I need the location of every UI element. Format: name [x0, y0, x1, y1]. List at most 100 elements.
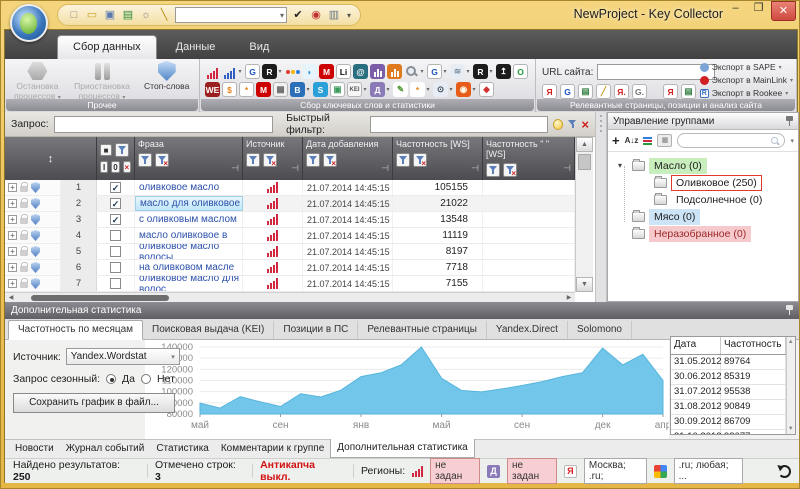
megaindex-icon[interactable]: * — [239, 82, 254, 97]
column-title[interactable]: Источник — [246, 139, 299, 149]
row-checkbox[interactable]: ✓ — [110, 198, 121, 209]
pencil-icon[interactable]: ✎ — [393, 82, 408, 97]
alexa-icon[interactable]: @ — [353, 64, 368, 79]
column-title[interactable]: Фраза — [138, 139, 239, 149]
vk-icon[interactable]: B — [290, 82, 305, 97]
maximize-button[interactable]: ❐ — [748, 1, 769, 18]
google-collect-icon[interactable]: G — [245, 64, 260, 79]
vertical-scrollbar[interactable]: ▲ ▼ — [575, 137, 593, 292]
filter-icon[interactable] — [568, 120, 576, 129]
refresh-icon[interactable] — [778, 465, 791, 478]
column-filter-icon[interactable]: × — [155, 153, 169, 167]
scroll-down-icon[interactable]: ▼ — [788, 426, 794, 432]
column-filter-icon[interactable] — [396, 153, 410, 167]
kei-icon[interactable]: KEI — [347, 82, 362, 97]
expand-icon[interactable]: + — [8, 279, 17, 288]
ribbon-tab-1[interactable]: Сбор данных — [57, 35, 157, 59]
seasonal-no-radio[interactable] — [141, 374, 151, 384]
save-chart-button[interactable]: Сохранить график в файл... — [13, 393, 175, 413]
column-title[interactable]: Дата добавления — [306, 139, 389, 149]
expand-icon[interactable]: + — [8, 247, 17, 256]
wordstat-region-value[interactable]: не задан — [430, 458, 480, 484]
dropdown-caret-icon[interactable]: ▾ — [305, 86, 311, 93]
check-tasks-icon[interactable]: ✔ — [291, 8, 305, 22]
fire-icon[interactable]: ◉ — [456, 82, 471, 97]
stats-tab-2[interactable]: Поисковая выдача (KEI) — [143, 321, 274, 339]
column-filter-icon[interactable] — [306, 153, 320, 167]
yandex-services-icon[interactable] — [285, 64, 300, 79]
column-filter-icon[interactable]: × — [263, 153, 277, 167]
wordstat-depth-icon[interactable] — [222, 64, 237, 79]
ribbon-tab-2[interactable]: Данные — [161, 36, 231, 59]
ribbon-tab-3[interactable]: Вид — [234, 36, 284, 59]
dropdown-caret-icon[interactable]: ▾ — [442, 68, 448, 75]
pin-column-icon[interactable]: ⊣ — [471, 163, 479, 174]
expand-icon[interactable]: + — [8, 263, 17, 272]
pause-processes-button[interactable]: Приостановка процессов ▾ — [70, 59, 135, 99]
url-input[interactable] — [597, 64, 715, 80]
phrase-cell[interactable]: оливковое масло волосы — [135, 244, 243, 259]
mail-metrics-icon[interactable]: M — [319, 64, 334, 79]
pin-icon[interactable] — [786, 305, 793, 316]
chevron-down-icon[interactable]: ▾ — [790, 137, 794, 145]
phrase-cell[interactable]: с оливковым маслом — [135, 212, 243, 227]
seopult-icon[interactable]: O — [513, 64, 528, 79]
column-filter-icon[interactable]: × — [413, 153, 427, 167]
tree-item[interactable]: Оливковое (250) — [608, 174, 798, 191]
yandex-region-value[interactable]: Москва; .ru; — [584, 458, 647, 484]
stopwords-button[interactable]: Стоп-слова — [134, 59, 199, 99]
stats-tab-1[interactable]: Частотность по месяцам — [8, 320, 143, 340]
clear-selection-icon[interactable]: × — [123, 161, 131, 173]
export-icon[interactable]: ▤ — [121, 8, 135, 22]
sort-color-icon[interactable] — [643, 137, 652, 145]
webeffector-icon[interactable]: WE — [205, 82, 220, 97]
expand-icon[interactable]: + — [8, 199, 17, 208]
table-row[interactable]: +5оливковое масло волосы21.07.2014 14:45… — [5, 244, 575, 260]
row-checkbox[interactable]: ✓ — [110, 182, 121, 193]
search-lookup-icon[interactable] — [404, 64, 419, 79]
open-project-icon[interactable]: ▭ — [85, 8, 99, 22]
source-select[interactable]: Yandex.Wordstat ▾ — [66, 348, 180, 365]
column-title[interactable]: Частотность [WS] — [396, 139, 479, 149]
yandex-positions-icon[interactable]: Я — [663, 84, 678, 99]
stats-tab-4[interactable]: Релевантные страницы — [358, 321, 487, 339]
phrase-cell[interactable]: масло оливковое в — [135, 228, 243, 243]
toolbar-options-icon[interactable]: ▾ — [347, 11, 351, 20]
broom-icon[interactable]: ╱ — [596, 84, 611, 99]
direct-region-value[interactable]: не задан — [507, 458, 557, 484]
yandex-kei-icon[interactable]: Я. — [614, 84, 629, 99]
column-filter-icon[interactable] — [138, 153, 152, 167]
quick-filter-input[interactable] — [370, 116, 548, 133]
pin-column-icon[interactable]: ⊣ — [231, 163, 239, 174]
phrase-cell[interactable]: масло для оливковое — [135, 196, 243, 211]
wand-icon[interactable]: ╲ — [157, 8, 171, 22]
deselect-all-icon[interactable]: 0 — [111, 161, 119, 173]
seasonal-yes-radio[interactable] — [106, 374, 116, 384]
row-checkbox[interactable] — [110, 278, 121, 289]
tree-item[interactable]: Неразобранное (0) — [608, 225, 798, 242]
table-row[interactable]: +1✓оливковое масло21.07.2014 14:45:15105… — [5, 180, 575, 196]
bottom-tab-1[interactable]: Новости — [9, 440, 60, 458]
export-link-mainlink[interactable]: Экспорт в MainLink▾ — [700, 75, 793, 85]
new-project-icon[interactable]: □ — [67, 8, 81, 22]
dropdown-caret-icon[interactable]: ▾ — [385, 86, 391, 93]
seopult-price-icon[interactable]: $ — [222, 82, 237, 97]
google-region-value[interactable]: .ru; любая; ... — [674, 458, 743, 484]
row-checkbox[interactable] — [110, 262, 121, 273]
stats-tab-3[interactable]: Позиции в ПС — [274, 321, 358, 339]
invert-selection-icon[interactable]: I — [100, 161, 108, 173]
scroll-up-icon[interactable]: ▲ — [788, 339, 794, 345]
liveinternet-icon[interactable]: Li — [336, 64, 351, 79]
anticaptcha-icon[interactable]: ◉ — [309, 8, 323, 22]
dropdown-caret-icon[interactable]: ▾ — [471, 86, 477, 93]
horizontal-scrollbar[interactable]: ◀ ▶ — [5, 292, 575, 302]
scroll-thumb[interactable] — [578, 154, 591, 170]
pin-column-icon[interactable]: ⊣ — [381, 163, 389, 174]
social-icon[interactable]: ◗ — [302, 64, 317, 79]
stats-orange-icon[interactable] — [387, 64, 402, 79]
close-button[interactable]: ✕ — [771, 1, 796, 21]
excel-export-icon[interactable]: ▤ — [578, 84, 593, 99]
pictures-icon[interactable]: ▣ — [330, 82, 345, 97]
bottom-tab-2[interactable]: Журнал событий — [60, 440, 151, 458]
column-filter-icon[interactable] — [115, 143, 129, 157]
